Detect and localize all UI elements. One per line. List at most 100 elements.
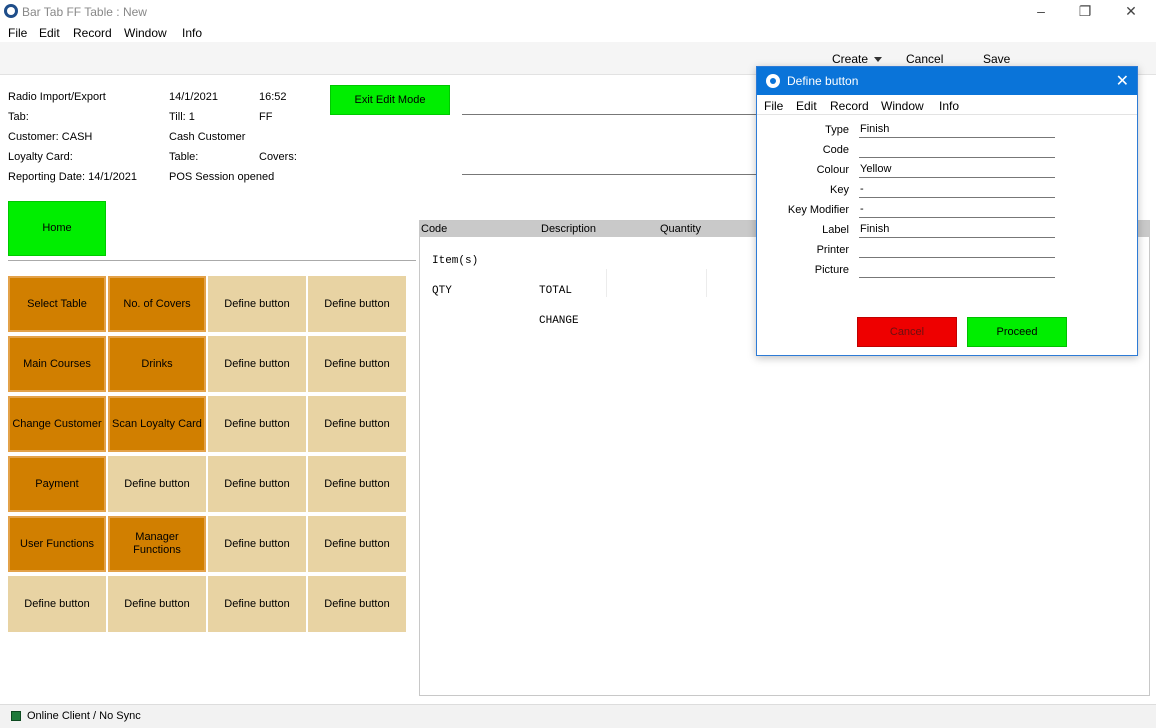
pos-button[interactable]: Drinks bbox=[108, 336, 206, 392]
dialog-menu-file[interactable]: File bbox=[764, 99, 783, 113]
pos-button[interactable]: User Functions bbox=[8, 516, 106, 572]
menu-info[interactable]: Info bbox=[182, 26, 202, 40]
pos-button[interactable]: Define button bbox=[208, 336, 306, 392]
till-field: Till: 1 bbox=[169, 111, 195, 123]
menu-record[interactable]: Record bbox=[73, 26, 112, 40]
divider bbox=[706, 269, 707, 297]
date-field: 14/1/2021 bbox=[169, 91, 218, 103]
dialog-title: Define button bbox=[787, 74, 859, 88]
loyalty-card-field: Loyalty Card: bbox=[8, 151, 73, 163]
column-header-code: Code bbox=[421, 223, 448, 235]
time-field: 16:52 bbox=[259, 91, 287, 103]
pos-button[interactable]: Manager Functions bbox=[108, 516, 206, 572]
pos-button[interactable]: Define button bbox=[208, 396, 306, 452]
code-field[interactable] bbox=[859, 143, 1055, 158]
dialog-menubar: File Edit Record Window Info bbox=[757, 95, 1137, 115]
tab-field: Tab: bbox=[8, 111, 29, 123]
radio-import-export: Radio Import/Export bbox=[8, 91, 106, 103]
picture-label: Picture bbox=[814, 264, 849, 276]
home-button[interactable]: Home bbox=[8, 201, 106, 256]
menu-file[interactable]: File bbox=[8, 26, 27, 40]
create-button[interactable]: Create bbox=[832, 52, 883, 66]
items-label: Item(s) bbox=[432, 255, 479, 267]
covers-field: Covers: bbox=[259, 151, 297, 163]
table-field: Table: bbox=[169, 151, 199, 163]
customer-field: Customer: CASH bbox=[8, 131, 93, 143]
window-title: Bar Tab FF Table : New bbox=[22, 5, 147, 19]
pos-button[interactable]: Define button bbox=[308, 336, 406, 392]
pos-button[interactable]: Scan Loyalty Card bbox=[108, 396, 206, 452]
connection-status-icon bbox=[11, 711, 21, 721]
create-label: Create bbox=[832, 52, 869, 66]
change-label: CHANGE bbox=[539, 315, 579, 327]
pos-button[interactable]: Define button bbox=[208, 456, 306, 512]
pos-button[interactable]: No. of Covers bbox=[108, 276, 206, 332]
pos-button[interactable]: Define button bbox=[208, 516, 306, 572]
divider bbox=[8, 260, 416, 261]
pos-button[interactable]: Payment bbox=[8, 456, 106, 512]
divider bbox=[462, 114, 762, 115]
cancel-button[interactable]: Cancel bbox=[906, 52, 943, 66]
divider bbox=[462, 174, 762, 175]
key-modifier-label: Key Modifier bbox=[787, 204, 849, 216]
app-logo-icon bbox=[766, 74, 780, 88]
colour-label: Colour bbox=[816, 164, 849, 176]
pos-button[interactable]: Define button bbox=[308, 516, 406, 572]
reporting-date-field: Reporting Date: 14/1/2021 bbox=[8, 171, 138, 183]
dialog-menu-record[interactable]: Record bbox=[830, 99, 869, 113]
colour-field[interactable]: Yellow bbox=[859, 163, 1055, 178]
pos-button[interactable]: Define button bbox=[108, 456, 206, 512]
define-button-dialog: Define button ✕ File Edit Record Window … bbox=[756, 66, 1138, 356]
close-icon[interactable]: ✕ bbox=[1108, 0, 1154, 24]
qty-label: QTY bbox=[432, 285, 452, 297]
picture-field[interactable] bbox=[859, 263, 1055, 278]
pos-button[interactable]: Define button bbox=[208, 576, 306, 632]
pos-session-status: POS Session opened bbox=[169, 171, 275, 183]
dialog-menu-edit[interactable]: Edit bbox=[796, 99, 817, 113]
chevron-down-icon bbox=[874, 57, 883, 63]
pos-button[interactable]: Define button bbox=[308, 576, 406, 632]
pos-button[interactable]: Main Courses bbox=[8, 336, 106, 392]
printer-field[interactable] bbox=[859, 243, 1055, 258]
minimize-icon[interactable]: – bbox=[1018, 0, 1064, 24]
close-icon[interactable]: ✕ bbox=[1116, 71, 1129, 91]
pos-button[interactable]: Define button bbox=[308, 276, 406, 332]
pos-button[interactable]: Define button bbox=[308, 456, 406, 512]
column-header-description: Description bbox=[541, 223, 597, 235]
type-label: Type bbox=[825, 124, 849, 136]
window-titlebar: Bar Tab FF Table : New – ❐ ✕ bbox=[0, 0, 1156, 24]
total-label: TOTAL bbox=[539, 285, 573, 297]
label-label: Label bbox=[822, 224, 849, 236]
printer-label: Printer bbox=[816, 244, 849, 256]
dialog-titlebar: Define button ✕ bbox=[757, 67, 1137, 95]
menu-edit[interactable]: Edit bbox=[39, 26, 60, 40]
pos-button[interactable]: Define button bbox=[208, 276, 306, 332]
dialog-menu-info[interactable]: Info bbox=[939, 99, 959, 113]
save-button[interactable]: Save bbox=[983, 52, 1010, 66]
dialog-cancel-button[interactable]: Cancel bbox=[857, 317, 957, 347]
exit-edit-mode-button[interactable]: Exit Edit Mode bbox=[330, 85, 450, 115]
key-modifier-field[interactable]: - bbox=[859, 203, 1055, 218]
menubar: File Edit Record Window Info bbox=[0, 24, 1156, 42]
pos-button[interactable]: Define button bbox=[8, 576, 106, 632]
key-label: Key bbox=[830, 184, 849, 196]
customer-name-field: Cash Customer bbox=[169, 131, 246, 143]
restore-icon[interactable]: ❐ bbox=[1062, 0, 1108, 24]
menu-window[interactable]: Window bbox=[124, 26, 167, 40]
till-code-field: FF bbox=[259, 111, 273, 123]
dialog-menu-window[interactable]: Window bbox=[881, 99, 924, 113]
status-text: Online Client / No Sync bbox=[27, 710, 141, 722]
code-label: Code bbox=[822, 144, 849, 156]
key-field[interactable]: - bbox=[859, 183, 1055, 198]
label-field[interactable]: Finish bbox=[859, 223, 1055, 238]
column-header-quantity: Quantity bbox=[660, 223, 701, 235]
divider bbox=[606, 269, 607, 297]
app-logo-icon bbox=[4, 4, 18, 18]
type-field[interactable]: Finish bbox=[859, 123, 1055, 138]
pos-button[interactable]: Define button bbox=[108, 576, 206, 632]
pos-button[interactable]: Define button bbox=[308, 396, 406, 452]
status-bar: Online Client / No Sync bbox=[0, 704, 1156, 728]
proceed-button[interactable]: Proceed bbox=[967, 317, 1067, 347]
pos-button[interactable]: Change Customer bbox=[8, 396, 106, 452]
pos-button[interactable]: Select Table bbox=[8, 276, 106, 332]
